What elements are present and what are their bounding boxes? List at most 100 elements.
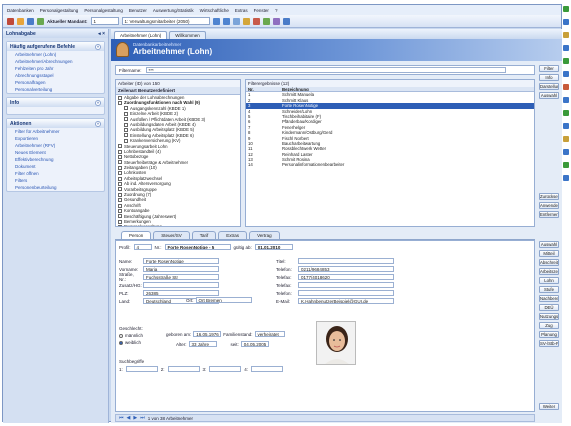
field-input[interactable]: 26385 <box>143 290 219 296</box>
nav-group-header[interactable]: Aktionen ˄ <box>7 119 104 128</box>
tab-person[interactable]: Person <box>121 231 152 239</box>
delete-icon[interactable] <box>252 17 260 25</box>
field-input[interactable]: Maria <box>143 266 219 272</box>
checkbox[interactable] <box>118 187 122 192</box>
term-4-field[interactable] <box>251 366 284 372</box>
menu-item[interactable]: Fenster <box>254 8 269 13</box>
nav-link[interactable]: Filter öffnen <box>7 170 104 177</box>
tray-icon[interactable] <box>563 19 569 25</box>
profile-field[interactable]: 4 <box>133 244 152 250</box>
menu-item[interactable]: Benutzer <box>129 8 147 13</box>
side-button[interactable]: Zug <box>539 322 559 329</box>
checkbox[interactable] <box>118 149 122 154</box>
tray-icon[interactable] <box>563 162 569 168</box>
nav-link[interactable]: Personalverteilung <box>7 86 104 93</box>
checkbox[interactable] <box>118 192 122 197</box>
term-1-field[interactable] <box>125 366 158 372</box>
menu-item[interactable]: Wirtschaftliche <box>200 8 229 13</box>
nav-link[interactable]: Arbeitnehmer/Abrechnungen <box>7 58 104 65</box>
side-button[interactable]: Entfernen <box>539 211 559 218</box>
save-icon[interactable] <box>27 17 34 25</box>
nav-link[interactable]: Effektivberechnung <box>7 156 104 163</box>
help-icon[interactable] <box>282 17 290 25</box>
nav-link[interactable]: Abrechnungsstapel <box>7 72 104 79</box>
checkbox[interactable] <box>118 208 122 213</box>
side-button[interactable]: Anwenden <box>539 202 559 209</box>
checkbox[interactable] <box>118 198 122 203</box>
tray-icon[interactable] <box>563 97 569 103</box>
side-button[interactable]: SV-/Stb-Pr <box>539 340 559 347</box>
radio-female[interactable] <box>119 340 123 345</box>
menu-item[interactable]: Extras <box>235 8 248 13</box>
checkbox[interactable] <box>118 176 122 181</box>
side-button[interactable]: Zurücksetzen <box>539 193 559 200</box>
filter-icon[interactable] <box>242 17 250 25</box>
tray-icon[interactable] <box>563 45 569 51</box>
checkbox[interactable] <box>118 203 122 208</box>
col-bezeichnung[interactable]: Bezeichnung <box>282 87 309 91</box>
nav-link[interactable]: Filter für Arbeitnehmer <box>7 128 104 135</box>
menu-item[interactable]: Auswertung/Statistik <box>153 8 194 13</box>
nav-link[interactable]: Fehlzeiten pro Jahr <box>7 65 104 72</box>
checkbox[interactable] <box>124 117 128 122</box>
ort-field[interactable]: Ort Bremen <box>195 297 252 303</box>
valid-from-field[interactable]: 01.01.2010 <box>254 244 293 250</box>
family-field[interactable]: verheiratet <box>254 331 285 337</box>
open-icon[interactable] <box>17 17 24 25</box>
tray-icon[interactable] <box>563 123 569 129</box>
tray-icon[interactable] <box>563 175 569 181</box>
next-record-icon[interactable]: ▶ <box>133 415 137 421</box>
employee-combo[interactable]: 1: Verwaltungsmitarbeiter (2050) <box>121 17 210 25</box>
nav-group-header[interactable]: Info ˄ <box>7 98 104 107</box>
nav-link[interactable]: Filters <box>7 177 104 184</box>
refresh-icon[interactable] <box>262 17 270 25</box>
term-3-field[interactable] <box>209 366 242 372</box>
nav-link[interactable]: Dokument <box>7 163 104 170</box>
side-button[interactable]: Nutzungsvereinbarung <box>539 313 559 320</box>
field-input[interactable] <box>298 258 394 264</box>
side-button[interactable]: Filter <box>539 65 559 72</box>
menu-item[interactable]: ? <box>275 8 278 13</box>
side-button[interactable]: Stufe <box>539 286 559 293</box>
nav-link[interactable]: Neues Element <box>7 149 104 156</box>
checkbox[interactable] <box>124 111 128 116</box>
tray-icon[interactable] <box>563 71 569 77</box>
side-button[interactable]: DEÜ <box>539 304 559 311</box>
tree-item[interactable]: Personalverwaltung <box>116 224 240 226</box>
checkbox[interactable] <box>118 225 122 226</box>
tab-willkommen[interactable]: Willkommen <box>169 31 206 39</box>
menu-item[interactable]: Personalgestaltung <box>40 8 79 13</box>
col-nr[interactable]: Nr. <box>246 87 282 91</box>
tray-icon[interactable] <box>563 84 569 90</box>
nav-link[interactable]: Arbeitnehmer (Lohn) <box>7 51 104 58</box>
side-button[interactable]: Darstellung <box>539 83 559 90</box>
checkbox[interactable] <box>118 181 122 186</box>
field-input[interactable]: Fuchsstraße Str <box>143 274 219 280</box>
prev-record-icon[interactable]: ◀ <box>127 415 131 421</box>
nav-link[interactable]: Exportieren <box>7 135 104 142</box>
checkbox[interactable] <box>118 160 122 165</box>
tray-icon[interactable] <box>563 149 569 155</box>
nav-back-icon[interactable] <box>212 17 220 25</box>
field-input[interactable]: Forte RosenNotige <box>143 258 219 264</box>
checkbox[interactable] <box>118 165 122 170</box>
report-icon[interactable] <box>272 17 280 25</box>
collapse-icon[interactable]: ˄ <box>95 43 101 50</box>
checkbox[interactable] <box>118 154 122 159</box>
side-button[interactable]: Nachberechnung <box>539 295 559 302</box>
nav-link[interactable]: Arbeitnehmer (RFV) <box>7 142 104 149</box>
tab-vertrag[interactable]: Vertrag <box>249 231 280 239</box>
field-input[interactable] <box>143 282 219 288</box>
filter-input[interactable]: *** <box>145 67 506 73</box>
tray-icon[interactable] <box>563 110 569 116</box>
checkbox[interactable] <box>118 214 122 219</box>
tray-icon[interactable] <box>563 32 569 38</box>
field-input[interactable] <box>298 290 394 296</box>
nav-group-header[interactable]: Häufig aufgerufene Befehle ˄ <box>7 42 104 51</box>
checkbox[interactable] <box>118 219 122 224</box>
search-icon[interactable] <box>232 17 240 25</box>
side-button[interactable]: Info <box>539 74 559 81</box>
collapse-icon[interactable]: ˄ <box>95 99 101 106</box>
employee-photo[interactable] <box>316 321 356 365</box>
checkbox[interactable] <box>124 138 128 143</box>
